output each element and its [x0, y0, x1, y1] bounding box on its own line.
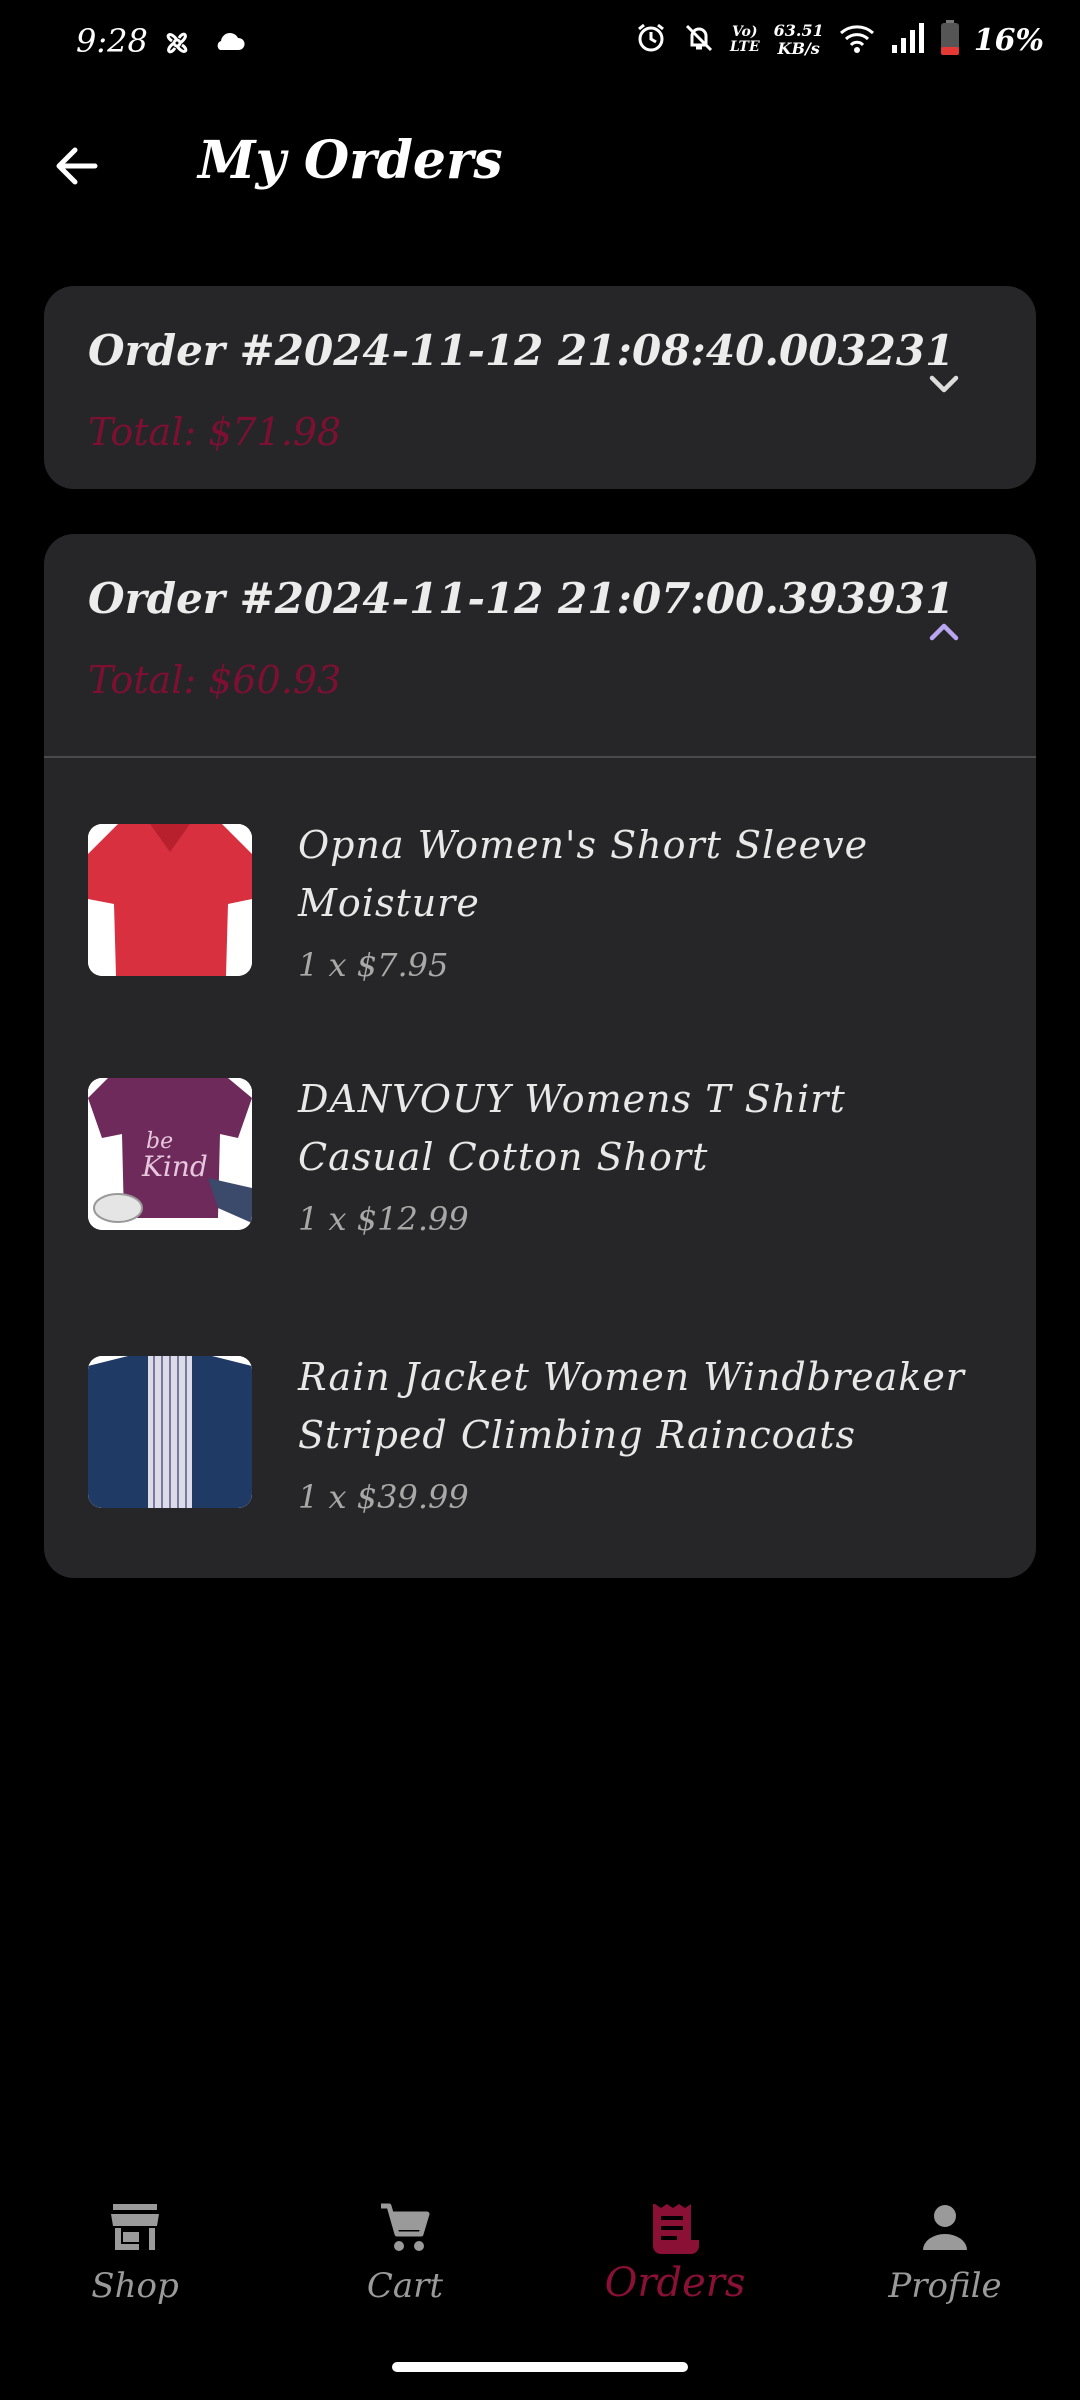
- bottom-navigation: Shop Cart Orders Profile: [0, 2180, 1080, 2340]
- item-name: Rain Jacket Women Windbreaker Striped Cl…: [298, 1355, 965, 1457]
- arrow-left-icon: [56, 147, 98, 185]
- order-title: Order #2024-11-12 21:07:00.393931: [88, 574, 955, 623]
- order-total: Total: $60.93: [88, 658, 342, 702]
- collapse-button[interactable]: [912, 600, 976, 664]
- cloud-icon: [212, 26, 246, 64]
- home-indicator[interactable]: [392, 2362, 688, 2372]
- nav-label: Profile: [888, 2266, 1002, 2306]
- nav-item-shop[interactable]: Shop: [0, 2180, 270, 2340]
- status-time: 9:28: [76, 22, 148, 60]
- nav-label: Cart: [366, 2266, 444, 2306]
- item-quantity-price: 1 x $12.99: [298, 1200, 469, 1238]
- chevron-down-icon: [929, 375, 959, 393]
- signal-icon: [890, 21, 926, 59]
- product-thumbnail: [88, 1356, 252, 1508]
- alarm-icon: [634, 21, 668, 59]
- nav-label: Shop: [91, 2266, 179, 2306]
- chevron-up-icon: [929, 623, 959, 641]
- nav-item-profile[interactable]: Profile: [810, 2180, 1080, 2340]
- status-bar: 9:28 Vo) LTE 63.51 KB/s 16%: [0, 0, 1080, 88]
- item-quantity-price: 1 x $7.95: [298, 946, 449, 984]
- order-total: Total: $71.98: [88, 410, 342, 454]
- list-item[interactable]: Rain Jacket Women Windbreaker Striped Cl…: [44, 1354, 1036, 1516]
- order-card[interactable]: Order #2024-11-12 21:07:00.393931 Total:…: [44, 534, 1036, 1578]
- battery-icon: [940, 20, 960, 60]
- product-thumbnail: [88, 824, 252, 976]
- cart-icon: [381, 2203, 430, 2251]
- person-icon: [923, 2205, 967, 2250]
- store-icon: [111, 2204, 159, 2250]
- page-title: My Orders: [198, 130, 503, 191]
- svg-text:Kind: Kind: [141, 1150, 208, 1183]
- expand-button[interactable]: [912, 352, 976, 416]
- nav-item-orders[interactable]: Orders: [540, 2180, 810, 2340]
- fan-icon: [160, 26, 194, 64]
- nav-label: Orders: [604, 2260, 746, 2306]
- order-header[interactable]: Order #2024-11-12 21:07:00.393931 Total:…: [44, 534, 1036, 756]
- list-item[interactable]: Opna Women's Short Sleeve Moisture 1 x $…: [44, 822, 1036, 984]
- product-thumbnail: be Kind: [88, 1078, 252, 1230]
- network-speed: 63.51 KB/s: [773, 21, 824, 58]
- order-header[interactable]: Order #2024-11-12 21:08:40.003231 Total:…: [44, 286, 1036, 489]
- item-quantity-price: 1 x $39.99: [298, 1478, 469, 1516]
- item-name: DANVOUY Womens T Shirt Casual Cotton Sho…: [298, 1077, 846, 1179]
- order-title: Order #2024-11-12 21:08:40.003231: [88, 326, 955, 375]
- bell-off-icon: [682, 21, 716, 59]
- list-item[interactable]: be Kind DANVOUY Womens T Shirt Casual Co…: [44, 1076, 1036, 1238]
- item-name: Opna Women's Short Sleeve Moisture: [298, 823, 869, 925]
- receipt-icon: [653, 2204, 699, 2254]
- battery-percentage: 16%: [973, 22, 1044, 58]
- nav-item-cart[interactable]: Cart: [270, 2180, 540, 2340]
- app-bar: My Orders: [0, 110, 1080, 220]
- volte-indicator: Vo) LTE: [729, 24, 760, 55]
- wifi-icon: [838, 21, 876, 59]
- order-items: Opna Women's Short Sleeve Moisture 1 x $…: [44, 758, 1036, 1540]
- order-card[interactable]: Order #2024-11-12 21:08:40.003231 Total:…: [44, 286, 1036, 489]
- back-button[interactable]: [40, 130, 112, 202]
